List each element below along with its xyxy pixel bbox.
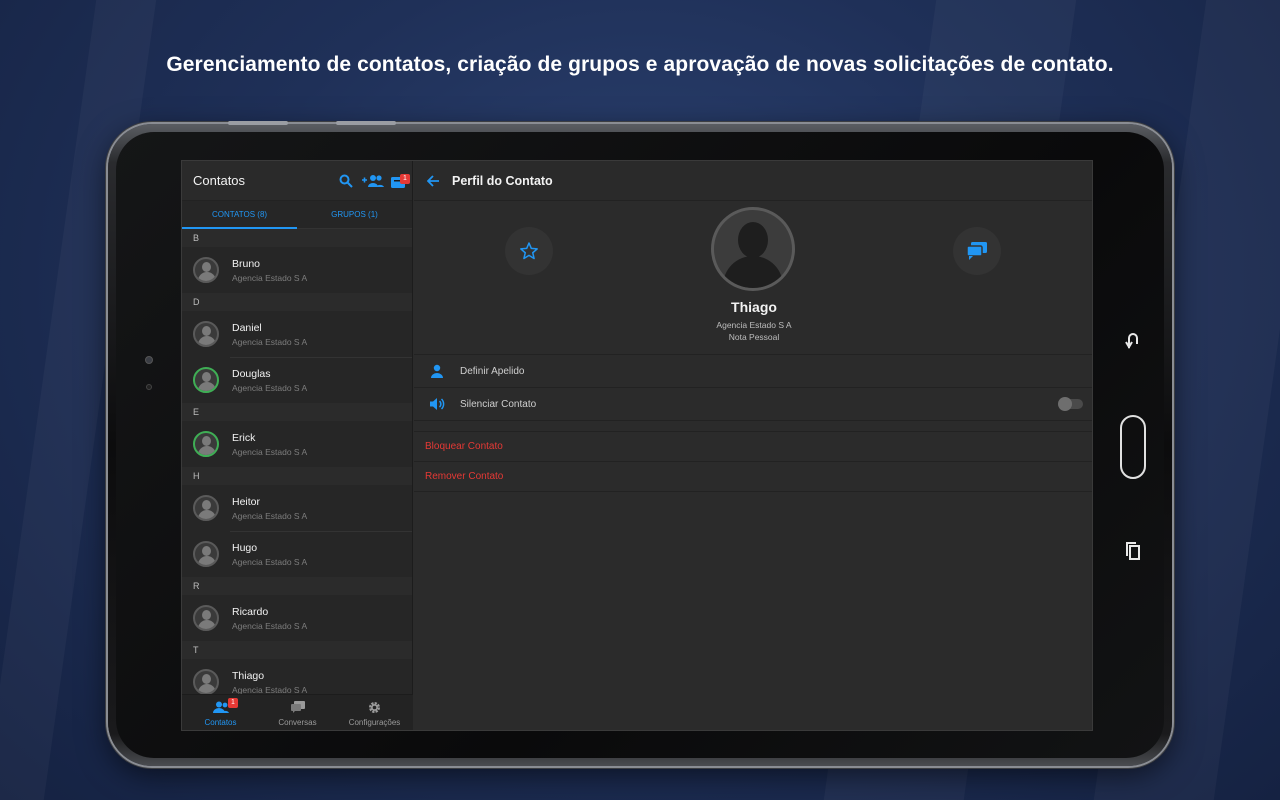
chat-button[interactable] [953,227,1001,275]
mute-contact-row[interactable]: Silenciar Contato [414,388,1092,421]
contact-name: Douglas [232,367,271,380]
mute-toggle[interactable] [1058,397,1083,411]
star-icon [519,241,539,261]
app-screen: Contatos 1 CONTATOS (8) GRUPOS (1) B Bru… [181,160,1093,731]
camera-sensor [145,356,153,364]
contact-item[interactable]: Douglas Agencia Estado S A [182,357,412,403]
contact-company: Agencia Estado S A [232,556,308,567]
section-header: H [182,467,412,485]
contact-profile-panel: Perfil do Contato Thiago Agencia Estado … [414,161,1092,730]
back-hw-icon[interactable] [1118,330,1148,355]
contacts-topbar: Contatos 1 [182,161,412,201]
contact-company: Agencia Estado S A [232,272,308,283]
avatar-online [193,367,219,393]
set-nickname-label: Definir Apelido [460,365,525,377]
recent-apps-icon[interactable] [1118,541,1148,566]
contact-name: Hugo [232,541,258,554]
profile-header: Thiago Agencia Estado S A Nota Pessoal [414,201,1092,355]
avatar [193,541,219,567]
contact-company: Agencia Estado S A [232,446,308,457]
nav-contacts[interactable]: 1 Contatos [182,695,259,730]
profile-avatar [711,207,795,291]
contact-name: Heitor [232,495,261,508]
profile-company: Agencia Estado S A [716,320,792,330]
nav-label: Contatos [204,718,237,727]
contact-item[interactable]: Heitor Agencia Estado S A [182,485,412,531]
nav-conversations[interactable]: Conversas [259,695,336,730]
group-add-icon[interactable] [362,174,384,188]
avatar [193,321,219,347]
contacts-tabs: CONTATOS (8) GRUPOS (1) [182,201,412,229]
mute-contact-label: Silenciar Contato [460,398,537,410]
section-header: D [182,293,412,311]
contact-company: Agencia Estado S A [232,382,308,393]
headline: Gerenciamento de contatos, criação de gr… [166,53,1114,76]
contact-name: Thiago [232,669,265,682]
profile-title: Perfil do Contato [452,173,553,188]
contact-item[interactable]: Daniel Agencia Estado S A [182,311,412,357]
contact-item[interactable]: Hugo Agencia Estado S A [182,531,412,577]
contact-name: Ricardo [232,605,269,618]
home-button[interactable] [1120,415,1146,479]
nav-label: Configurações [348,718,401,727]
divider [414,421,1092,432]
volume-button [228,121,288,125]
contacts-title: Contatos [193,173,246,188]
contact-item[interactable]: Ricardo Agencia Estado S A [182,595,412,641]
chat-bubble-icon [966,241,988,261]
contact-item[interactable]: Bruno Agencia Estado S A [182,247,412,293]
contacts-badge: 1 [228,698,238,708]
profile-name: Thiago [731,299,777,315]
gear-icon [336,701,413,715]
avatar [193,495,219,521]
favorite-button[interactable] [505,227,553,275]
search-icon[interactable] [339,174,353,188]
remove-contact-button[interactable]: Remover Contato [414,462,1092,492]
contact-company: Agencia Estado S A [232,684,308,695]
block-contact-button[interactable]: Bloquear Contato [414,432,1092,462]
contact-company: Agencia Estado S A [232,620,308,631]
chat-icon [259,701,336,715]
requests-badge: 1 [400,174,410,184]
person-icon [414,364,460,378]
section-header: B [182,229,412,247]
profile-note: Nota Pessoal [728,332,780,342]
avatar-online [193,431,219,457]
contact-name: Bruno [232,257,261,270]
contacts-panel: Contatos 1 CONTATOS (8) GRUPOS (1) B Bru… [182,161,413,730]
avatar [193,257,219,283]
section-header: E [182,403,412,421]
contact-name: Daniel [232,321,262,334]
volume-icon [414,397,460,411]
tab-groups[interactable]: GRUPOS (1) [297,201,412,228]
section-header: R [182,577,412,595]
set-nickname-row[interactable]: Definir Apelido [414,355,1092,388]
contact-item[interactable]: Erick Agencia Estado S A [182,421,412,467]
profile-topbar: Perfil do Contato [414,161,1092,201]
avatar [193,605,219,631]
section-header: T [182,641,412,659]
avatar [193,669,219,695]
power-button [336,121,396,125]
contacts-icon [182,701,259,715]
contacts-list: B Bruno Agencia Estado S A D Daniel Agenci… [182,229,412,705]
contact-company: Agencia Estado S A [232,336,308,347]
contact-name: Erick [232,431,256,444]
nav-settings[interactable]: Configurações [336,695,413,730]
contact-company: Agencia Estado S A [232,510,308,521]
nav-label: Conversas [278,718,317,727]
bottom-nav: 1 Contatos Conversas Configurações [182,694,413,730]
light-sensor [146,384,152,390]
back-arrow-icon[interactable] [414,174,452,187]
tab-contacts[interactable]: CONTATOS (8) [182,201,297,229]
